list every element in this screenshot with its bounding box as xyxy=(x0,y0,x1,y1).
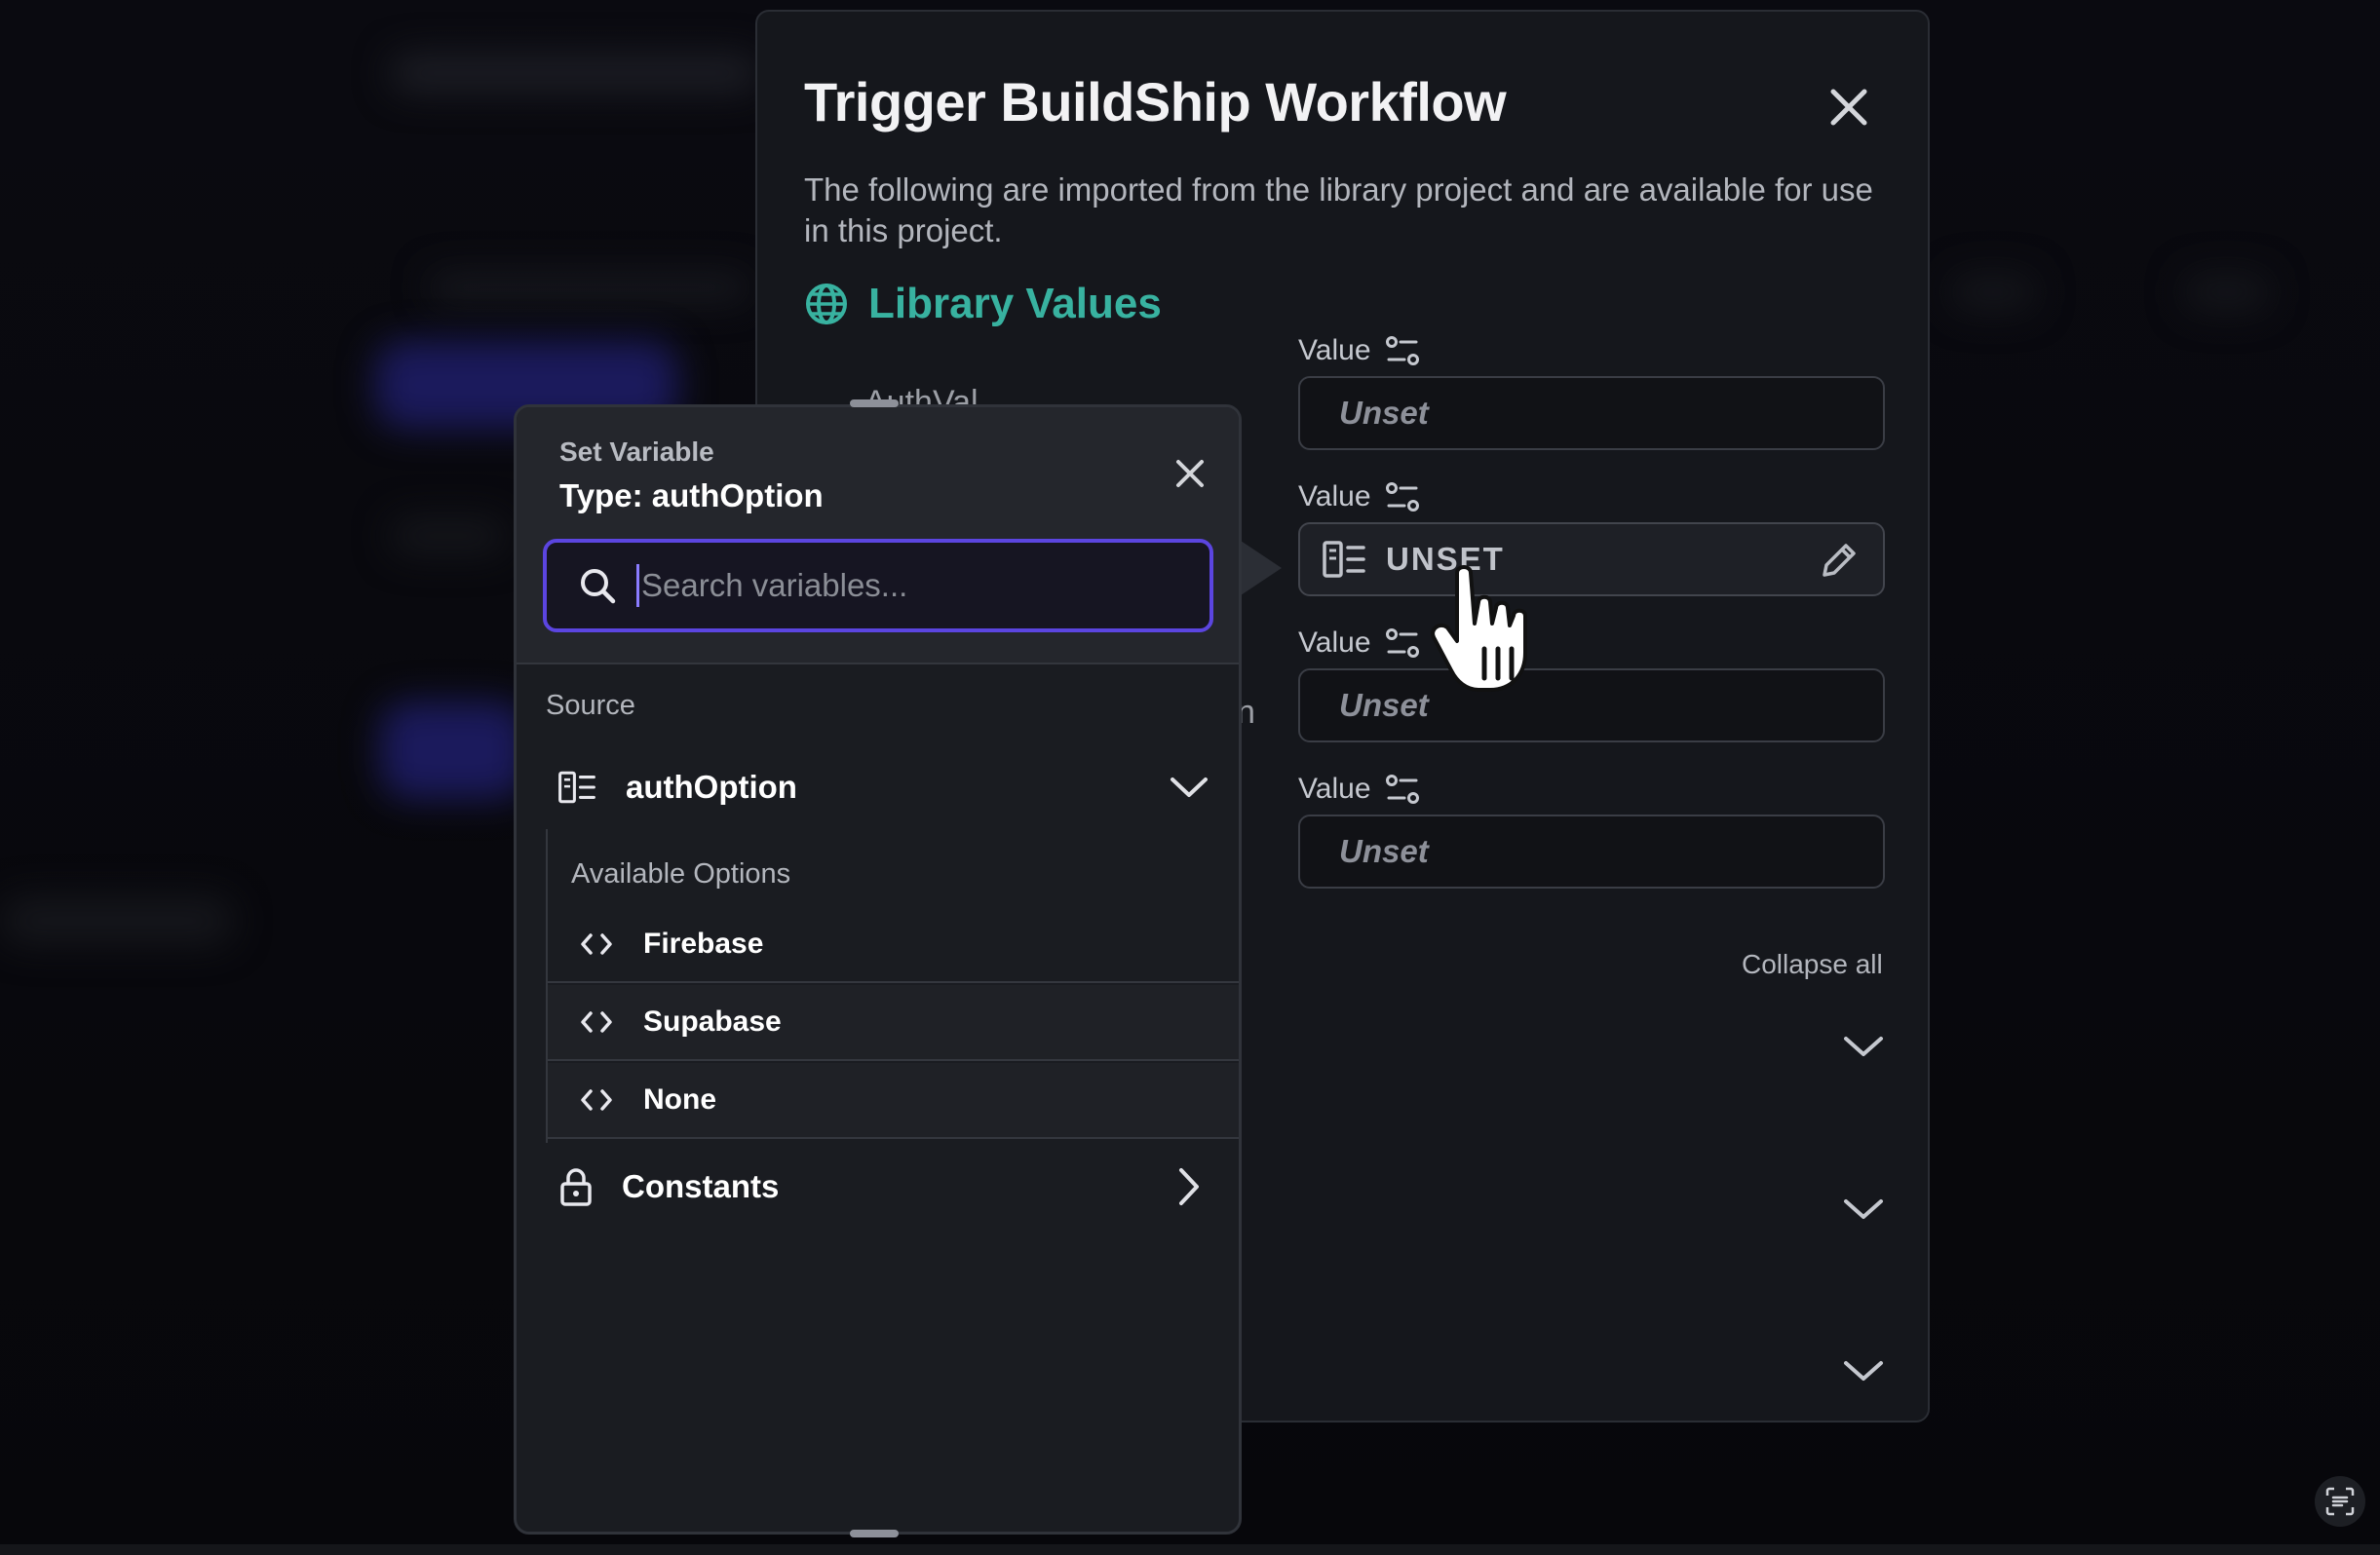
library-values-header: Library Values xyxy=(804,280,1162,328)
option-name: Supabase xyxy=(643,1005,782,1038)
value-field[interactable]: Unset xyxy=(1298,668,1885,742)
background-blur xyxy=(0,896,234,945)
value-label: Value xyxy=(1298,479,1420,514)
constants-label: Constants xyxy=(622,1168,780,1204)
variable-settings-icon[interactable] xyxy=(1385,772,1420,807)
value-label-text: Value xyxy=(1298,773,1371,805)
value-field-text: Unset xyxy=(1339,833,1429,869)
edit-pencil-icon[interactable] xyxy=(1819,540,1860,581)
option-item-supabase[interactable]: Supabase xyxy=(548,985,1239,1061)
popover-bottom-handle[interactable] xyxy=(850,1530,899,1537)
background-blur xyxy=(2183,273,2271,312)
code-brackets-icon xyxy=(581,1011,612,1033)
option-item-firebase[interactable]: Firebase xyxy=(548,907,1239,983)
chevron-down-icon xyxy=(1171,778,1208,797)
source-item-constants[interactable]: Constants xyxy=(517,1148,1239,1226)
constants-expand-toggle[interactable] xyxy=(1165,1162,1213,1211)
globe-icon xyxy=(806,284,847,324)
background-blur xyxy=(429,273,750,302)
variable-settings-icon[interactable] xyxy=(1385,479,1420,514)
close-icon xyxy=(1176,460,1204,487)
value-label-text: Value xyxy=(1298,334,1371,366)
value-label: Value xyxy=(1298,333,1420,368)
value-label: Value xyxy=(1298,626,1420,661)
chevron-down-icon xyxy=(1844,1037,1883,1056)
library-values-title: Library Values xyxy=(868,280,1162,327)
code-brackets-icon xyxy=(581,933,612,955)
lock-icon xyxy=(560,1168,592,1206)
source-item-authoption[interactable]: authOption xyxy=(517,748,1239,826)
variable-settings-icon[interactable] xyxy=(1385,626,1420,661)
enum-icon xyxy=(1323,541,1365,578)
option-name: Firebase xyxy=(643,928,764,960)
scan-text-icon xyxy=(2325,1487,2355,1516)
background-blur xyxy=(390,516,507,555)
value-label-text: Value xyxy=(1298,480,1371,512)
dialog-description: The following are imported from the libr… xyxy=(804,171,1873,248)
search-variables-input[interactable] xyxy=(636,564,1209,607)
expand-section-button[interactable] xyxy=(1839,1022,1888,1071)
variable-settings-icon[interactable] xyxy=(1385,333,1420,368)
dialog-close-button[interactable] xyxy=(1820,78,1878,136)
background-blur xyxy=(390,54,760,93)
popover-close-button[interactable] xyxy=(1168,451,1212,496)
expand-section-button[interactable] xyxy=(1839,1346,1888,1395)
popover-subtitle: Set Variable xyxy=(559,436,714,467)
expand-section-button[interactable] xyxy=(1839,1185,1888,1233)
popover-top-handle[interactable] xyxy=(850,399,899,407)
chevron-right-icon xyxy=(1179,1168,1199,1205)
background-blur xyxy=(1949,273,2037,312)
popover-type-label: Type: authOption xyxy=(559,477,824,513)
bottom-bar xyxy=(0,1544,2380,1555)
chevron-down-icon xyxy=(1844,1199,1883,1219)
available-options-label: Available Options xyxy=(571,858,791,890)
close-icon xyxy=(1830,89,1867,126)
screen-scan-button[interactable] xyxy=(2315,1476,2365,1527)
option-item-none[interactable]: None xyxy=(548,1063,1239,1139)
screen: Trigger BuildShip Workflow The following… xyxy=(0,0,2380,1555)
popover-arrow xyxy=(1238,539,1282,597)
hand-cursor-icon xyxy=(1431,565,1527,692)
search-box xyxy=(543,539,1213,632)
option-name: None xyxy=(643,1083,716,1116)
source-expand-toggle[interactable] xyxy=(1165,763,1213,812)
value-field[interactable]: Unset xyxy=(1298,376,1885,450)
value-label-text: Value xyxy=(1298,626,1371,659)
code-brackets-icon xyxy=(581,1089,612,1111)
dialog-title: Trigger BuildShip Workflow xyxy=(804,71,1507,133)
popover-header: Set Variable Type: authOption xyxy=(517,407,1239,664)
enum-icon xyxy=(558,771,595,804)
chevron-down-icon xyxy=(1844,1361,1883,1381)
value-field-text: Unset xyxy=(1339,395,1429,431)
value-field-text: Unset xyxy=(1339,687,1429,723)
source-name: authOption xyxy=(626,769,797,805)
value-field[interactable]: Unset xyxy=(1298,815,1885,889)
collapse-all-link[interactable]: Collapse all xyxy=(1742,949,1883,980)
available-options-list: Available Options Firebase Supabase None xyxy=(546,829,1239,1143)
value-field-selected[interactable]: UNSET xyxy=(1298,522,1885,596)
background-blur xyxy=(380,702,526,799)
source-label: Source xyxy=(546,690,635,721)
search-icon xyxy=(581,569,616,604)
set-variable-popover: Set Variable Type: authOption Source xyxy=(514,404,1242,1535)
value-label: Value xyxy=(1298,772,1420,807)
